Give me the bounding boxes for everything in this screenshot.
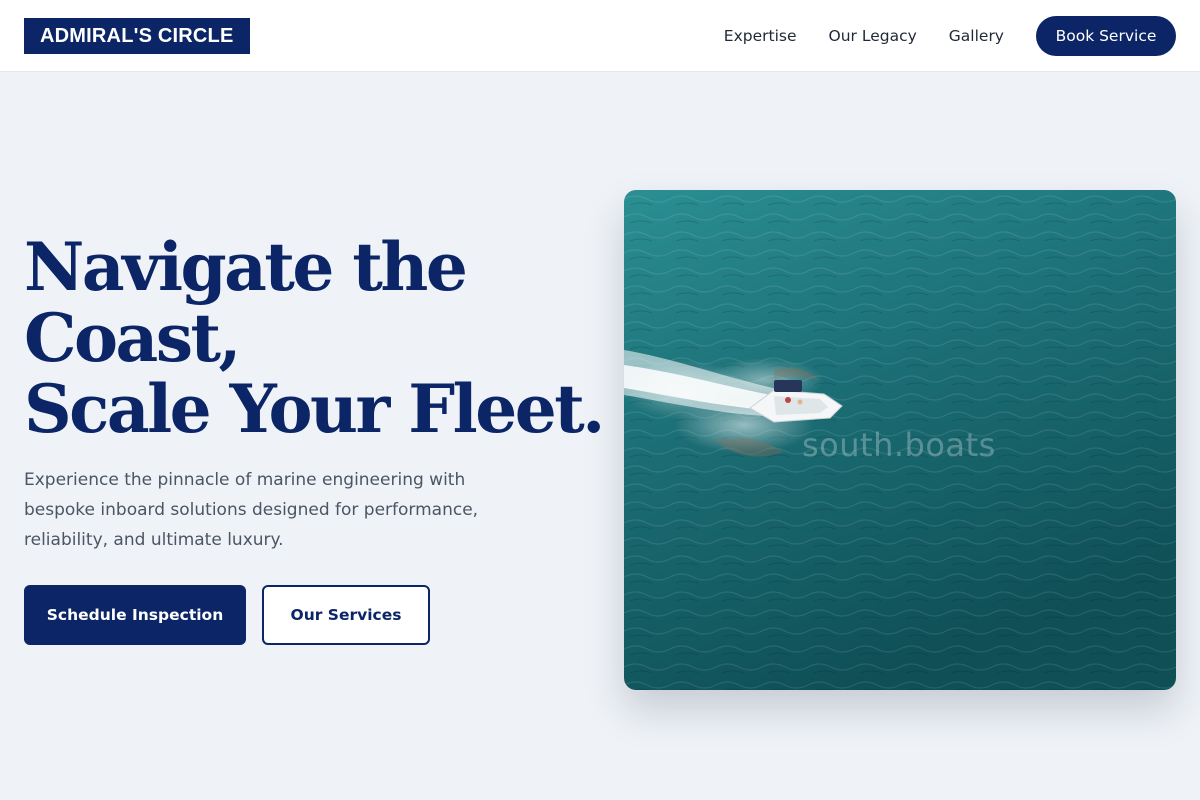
hero-content: Navigate the Coast, Scale Your Fleet. Ex… xyxy=(24,228,605,645)
nav-link-expertise[interactable]: Expertise xyxy=(724,27,797,45)
headline-line-3: Scale Your Fleet. xyxy=(24,370,605,448)
book-service-button[interactable]: Book Service xyxy=(1036,15,1176,56)
brand-logo[interactable]: ADMIRAL'S CIRCLE xyxy=(24,17,250,54)
headline-line-2: Coast, xyxy=(24,299,241,377)
hero-cta-group: Schedule Inspection Our Services xyxy=(24,585,604,645)
hero-subtitle: Experience the pinnacle of marine engine… xyxy=(24,470,479,550)
our-services-button[interactable]: Our Services xyxy=(262,585,430,645)
main-nav: Expertise Our Legacy Gallery Book Servic… xyxy=(724,15,1176,56)
headline-line-1: Navigate the xyxy=(24,228,468,306)
image-watermark: south.boats xyxy=(802,426,996,464)
schedule-inspection-button[interactable]: Schedule Inspection xyxy=(24,585,246,645)
nav-link-our-legacy[interactable]: Our Legacy xyxy=(829,27,917,45)
nav-link-gallery[interactable]: Gallery xyxy=(949,27,1004,45)
hero-boat-image: south.boats xyxy=(624,190,1176,690)
hero-headline: Navigate the Coast, Scale Your Fleet. xyxy=(24,228,605,448)
site-header: ADMIRAL'S CIRCLE Expertise Our Legacy Ga… xyxy=(0,0,1200,72)
